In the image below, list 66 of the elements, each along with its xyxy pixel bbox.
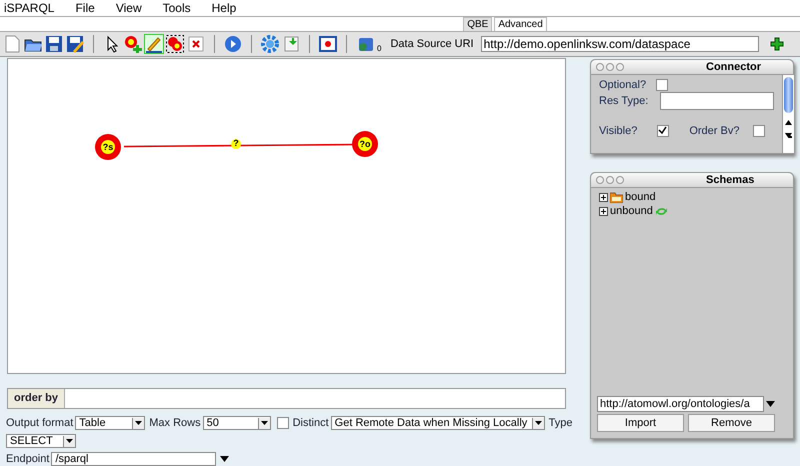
check-icon	[658, 126, 668, 135]
checkbox[interactable]	[276, 417, 289, 429]
scrollbar[interactable]	[782, 75, 794, 153]
counter: 0	[377, 44, 382, 53]
checkbox[interactable]	[657, 125, 670, 137]
menu-item[interactable]: Help	[210, 1, 244, 15]
field-label: Distinct	[292, 417, 329, 429]
play-icon[interactable]	[224, 35, 242, 53]
caret-icon	[260, 421, 268, 425]
dropdown[interactable]: Get Remote Data when Missing Locally	[330, 416, 545, 430]
gear-icon[interactable]	[261, 35, 279, 53]
field-label: Res Type:	[599, 95, 648, 107]
order-by-label: order by	[8, 389, 66, 408]
node-group-icon[interactable]	[166, 35, 184, 53]
tab[interactable]: QBE	[463, 17, 492, 31]
menu-item[interactable]: File	[73, 1, 102, 15]
pencil-icon[interactable]	[145, 35, 163, 53]
caret-icon	[66, 439, 73, 443]
panel-title: Schemas	[706, 174, 754, 186]
field-label: Max Rows	[149, 417, 201, 429]
add-icon[interactable]	[770, 37, 784, 51]
field-label: Visible?	[599, 125, 638, 137]
order-by-bar[interactable]: order by	[7, 388, 566, 409]
checkbox[interactable]	[753, 125, 766, 137]
checkbox[interactable]	[656, 79, 668, 91]
field-label: Type	[548, 417, 573, 429]
caret-icon	[534, 421, 542, 425]
window-icon[interactable]	[319, 35, 337, 53]
button[interactable]: Import	[597, 414, 684, 432]
save-icon[interactable]	[45, 35, 63, 53]
expand-icon[interactable]	[599, 192, 608, 202]
input-field[interactable]: /sparql	[51, 452, 216, 466]
input-field[interactable]: http://demo.openlinksw.com/dataspace	[480, 36, 759, 52]
refresh-icon	[654, 206, 668, 216]
dropdown[interactable]: 50	[202, 416, 271, 430]
add-node-icon[interactable]	[124, 35, 142, 53]
import-icon[interactable]	[282, 35, 300, 53]
menu-item[interactable]: View	[114, 1, 149, 15]
field-label: Endpoint	[6, 453, 50, 465]
caret-icon	[135, 421, 142, 425]
graph-node[interactable]: ?s	[95, 134, 121, 160]
field-label: Optional?	[599, 79, 646, 91]
expand-icon[interactable]	[599, 206, 608, 216]
panel-title: Connector	[706, 61, 761, 73]
save-edit-icon[interactable]	[66, 35, 84, 53]
tree-item[interactable]: unbound	[610, 205, 653, 217]
folder-icon	[610, 192, 623, 202]
delete-icon[interactable]	[187, 35, 205, 53]
input-field[interactable]: http://atomowl.org/ontologies/a	[597, 396, 764, 412]
tree-item[interactable]: bound	[625, 191, 656, 203]
menu-item[interactable]: Tools	[160, 1, 198, 15]
field-label: Output format	[6, 417, 74, 429]
input-field[interactable]	[660, 92, 774, 110]
menu-item[interactable]: iSPARQL	[2, 1, 62, 15]
graph-node[interactable]: ?o	[352, 131, 378, 157]
scroll-arrows-icon	[785, 119, 792, 139]
field-label: Order Bv?	[689, 125, 740, 137]
dropdown[interactable]: SELECT	[6, 434, 76, 448]
dropdown[interactable]: Table	[75, 416, 146, 430]
caret-icon[interactable]	[766, 401, 775, 407]
tab[interactable]: Advanced	[494, 17, 547, 31]
caret-icon	[220, 456, 230, 462]
field-label: Data Source URI	[390, 38, 474, 50]
button[interactable]: Remove	[688, 414, 775, 432]
edge-label[interactable]: ?	[231, 139, 241, 149]
database-icon[interactable]	[356, 35, 374, 53]
